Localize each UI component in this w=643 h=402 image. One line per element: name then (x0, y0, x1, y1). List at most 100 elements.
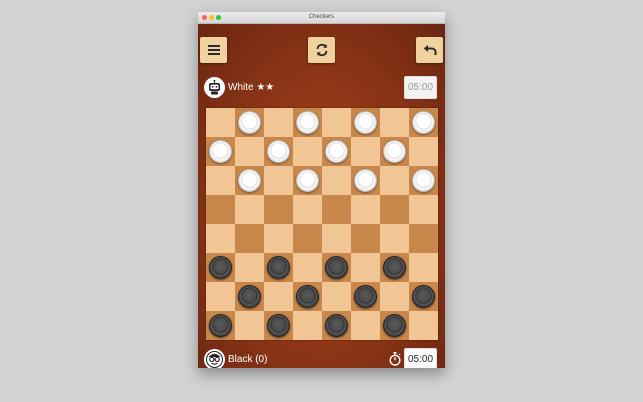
board-square[interactable] (235, 253, 264, 282)
board-square[interactable] (351, 224, 380, 253)
hamburger-menu-icon (207, 45, 220, 55)
white-checker-piece[interactable] (296, 169, 319, 192)
board-square[interactable] (293, 224, 322, 253)
board-square[interactable] (293, 137, 322, 166)
board-square[interactable] (293, 311, 322, 340)
board-square[interactable] (322, 166, 351, 195)
black-checker-piece[interactable] (267, 256, 290, 279)
board-square[interactable] (351, 108, 380, 137)
board-square[interactable] (235, 311, 264, 340)
white-checker-piece[interactable] (354, 169, 377, 192)
board-square[interactable] (264, 195, 293, 224)
white-checker-piece[interactable] (412, 169, 435, 192)
white-checker-piece[interactable] (296, 111, 319, 134)
board-square[interactable] (293, 108, 322, 137)
board-square[interactable] (206, 282, 235, 311)
board-square[interactable] (206, 166, 235, 195)
board-square[interactable] (322, 311, 351, 340)
board-square[interactable] (380, 137, 409, 166)
board-square[interactable] (235, 282, 264, 311)
black-checker-piece[interactable] (354, 285, 377, 308)
black-checker-piece[interactable] (209, 314, 232, 337)
board-square[interactable] (206, 195, 235, 224)
menu-button[interactable] (200, 37, 227, 63)
board-square[interactable] (293, 253, 322, 282)
board-square[interactable] (322, 253, 351, 282)
top-player-timer: 05:00 (404, 76, 437, 99)
board-square[interactable] (264, 137, 293, 166)
board-square[interactable] (264, 224, 293, 253)
board-square[interactable] (235, 108, 264, 137)
board-square[interactable] (206, 311, 235, 340)
restart-button[interactable] (308, 37, 335, 63)
board-square[interactable] (235, 166, 264, 195)
board-square[interactable] (409, 253, 438, 282)
white-checker-piece[interactable] (412, 111, 435, 134)
board-square[interactable] (380, 108, 409, 137)
white-checker-piece[interactable] (209, 140, 232, 163)
bottom-player-timer: 05:00 (404, 348, 437, 368)
board-square[interactable] (264, 166, 293, 195)
board-square[interactable] (409, 195, 438, 224)
board-square[interactable] (264, 311, 293, 340)
board-square[interactable] (322, 108, 351, 137)
board-square[interactable] (206, 137, 235, 166)
board-square[interactable] (409, 137, 438, 166)
board-square[interactable] (409, 311, 438, 340)
board-square[interactable] (351, 166, 380, 195)
checkers-board (206, 108, 438, 340)
top-player-name: White ★★ (228, 82, 275, 93)
board-square[interactable] (351, 311, 380, 340)
board-square[interactable] (264, 108, 293, 137)
board-square[interactable] (235, 224, 264, 253)
board-square[interactable] (235, 137, 264, 166)
bottom-player-name: Black (0) (228, 354, 268, 365)
board-square[interactable] (235, 195, 264, 224)
board-square[interactable] (409, 166, 438, 195)
board-square[interactable] (409, 224, 438, 253)
board-square[interactable] (409, 282, 438, 311)
board-square[interactable] (409, 108, 438, 137)
board-square[interactable] (293, 195, 322, 224)
board-square[interactable] (380, 282, 409, 311)
board-square[interactable] (351, 253, 380, 282)
board-square[interactable] (322, 195, 351, 224)
white-checker-piece[interactable] (354, 111, 377, 134)
black-checker-piece[interactable] (412, 285, 435, 308)
board-square[interactable] (380, 253, 409, 282)
board-square[interactable] (351, 282, 380, 311)
black-checker-piece[interactable] (325, 314, 348, 337)
bottom-player-bar: Black (0) 05:00 (198, 347, 445, 368)
board-square[interactable] (380, 224, 409, 253)
black-checker-piece[interactable] (238, 285, 261, 308)
black-checker-piece[interactable] (209, 256, 232, 279)
black-checker-piece[interactable] (325, 256, 348, 279)
black-checker-piece[interactable] (383, 256, 406, 279)
white-checker-piece[interactable] (325, 140, 348, 163)
board-square[interactable] (322, 282, 351, 311)
white-checker-piece[interactable] (383, 140, 406, 163)
board-square[interactable] (206, 108, 235, 137)
board-square[interactable] (322, 224, 351, 253)
board-square[interactable] (322, 137, 351, 166)
black-checker-piece[interactable] (296, 285, 319, 308)
board-square[interactable] (380, 195, 409, 224)
board-square[interactable] (380, 166, 409, 195)
board-square[interactable] (264, 253, 293, 282)
robot-icon (204, 77, 225, 98)
board-square[interactable] (351, 137, 380, 166)
white-checker-piece[interactable] (238, 111, 261, 134)
board-square[interactable] (206, 253, 235, 282)
white-checker-piece[interactable] (267, 140, 290, 163)
board-square[interactable] (264, 282, 293, 311)
undo-button[interactable] (416, 37, 443, 63)
app-window: Checkers White ★★ 05:00 Black (0) 05:00 (198, 12, 445, 368)
board-square[interactable] (206, 224, 235, 253)
white-checker-piece[interactable] (238, 169, 261, 192)
black-checker-piece[interactable] (383, 314, 406, 337)
board-square[interactable] (351, 195, 380, 224)
black-checker-piece[interactable] (267, 314, 290, 337)
board-square[interactable] (293, 166, 322, 195)
board-square[interactable] (293, 282, 322, 311)
board-square[interactable] (380, 311, 409, 340)
